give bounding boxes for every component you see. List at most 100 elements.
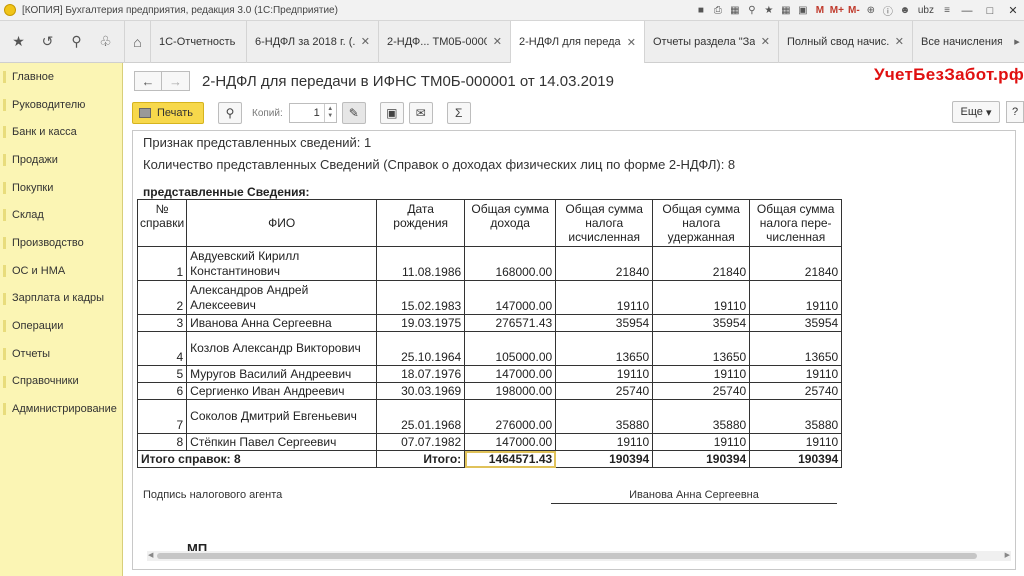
save-icon[interactable]: ■ <box>693 3 709 19</box>
tabs-scroll-right-icon[interactable]: ▸ <box>1010 21 1024 63</box>
cell-tax-withheld: 21840 <box>652 246 751 281</box>
tab-6ndfl[interactable]: 6-НДФЛ за 2018 г. (... ✕ <box>246 20 378 63</box>
cell-tax-transferred: 19110 <box>749 280 843 315</box>
scroll-right-icon[interactable]: ▶ <box>1005 551 1010 559</box>
back-arrow-icon[interactable]: ← <box>134 71 162 91</box>
cell-tax-calculated: 35880 <box>555 399 654 434</box>
cell-tax-calculated: 35954 <box>555 314 654 332</box>
cell-birthdate: 15.02.1983 <box>376 280 466 315</box>
tab-reports-section[interactable]: Отчеты раздела "За... ✕ <box>644 20 778 63</box>
sidebar-item-operations[interactable]: Операции <box>0 312 122 340</box>
close-icon[interactable]: ✕ <box>627 36 636 49</box>
calculator-icon[interactable]: ▦ <box>778 3 794 19</box>
maximize-icon[interactable]: □ <box>979 2 1001 20</box>
print-icon[interactable]: ⎙ <box>710 3 726 19</box>
cell-fio: Муругов Василий Андреевич <box>186 365 378 383</box>
cell-tax-transferred: 25740 <box>749 382 843 400</box>
search-icon[interactable]: ⚲ <box>67 33 87 50</box>
table-row: 3 Иванова Анна Сергеевна 19.03.1975 2765… <box>136 314 843 332</box>
cell-birthdate: 07.07.1982 <box>376 433 466 451</box>
info-icon[interactable]: ⓘ <box>880 3 896 19</box>
cell-number: 6 <box>136 382 188 400</box>
cell-income: 168000.00 <box>464 246 557 281</box>
copies-label: Копий: <box>252 107 283 119</box>
cell-birthdate: 30.03.1969 <box>376 382 466 400</box>
sidebar-item-main[interactable]: Главное <box>0 63 122 91</box>
sum-icon[interactable]: Σ <box>446 102 471 124</box>
zoom-in-icon[interactable]: ⊕ <box>863 3 879 19</box>
save-icon[interactable]: ▣ <box>379 102 404 124</box>
tab-2ndfl-transfer[interactable]: 2-НДФЛ для передач... ✕ <box>510 20 644 64</box>
total-tax-calculated: 190394 <box>555 450 654 468</box>
scroll-left-icon[interactable]: ◀ <box>148 551 153 559</box>
tab-label: Все начисления <box>921 35 1002 48</box>
sidebar-item-manager[interactable]: Руководителю <box>0 91 122 119</box>
preview-icon[interactable]: ⚲ <box>218 102 242 124</box>
memory-plus-icon[interactable]: M+ <box>829 3 845 19</box>
sidebar-item-salary[interactable]: Зарплата и кадры <box>0 285 122 313</box>
cell-fio: Соколов Дмитрий Евгеньевич <box>186 399 378 434</box>
search-icon[interactable]: ⚲ <box>744 3 760 19</box>
memory-minus-icon[interactable]: M- <box>846 3 862 19</box>
cell-tax-calculated: 19110 <box>555 433 654 451</box>
sidebar-item-purchases[interactable]: Покупки <box>0 174 122 202</box>
notifications-bell-icon[interactable]: ♧ <box>96 33 116 50</box>
horizontal-scrollbar[interactable]: ◀ ▶ <box>147 551 1011 561</box>
info-line-2: Количество представленных Сведений (Спра… <box>143 157 736 172</box>
info-line-1: Признак представленных сведений: 1 <box>143 135 372 150</box>
sidebar-item-production[interactable]: Производство <box>0 229 122 257</box>
history-icon[interactable]: ↺ <box>38 33 58 50</box>
bookmark-icon[interactable]: ★ <box>761 3 777 19</box>
tab-2ndfl-doc[interactable]: 2-НДФ... ТМ0Б-000001 ✕ <box>378 20 510 63</box>
spin-arrows-icon[interactable]: ▲ ▼ <box>323 104 336 122</box>
tab-all-accruals[interactable]: Все начисления <box>912 20 1010 63</box>
memory-m-icon[interactable]: M <box>812 3 828 19</box>
sidebar-item-bank[interactable]: Банк и касса <box>0 118 122 146</box>
email-icon[interactable]: ✉ <box>408 102 433 124</box>
copies-stepper[interactable]: 1 ▲ ▼ <box>288 103 337 123</box>
home-icon[interactable]: ⌂ <box>124 20 150 63</box>
more-button[interactable]: Еще ▾ <box>952 101 1000 123</box>
brand-watermark: УчетБезЗабот.рф <box>873 65 1024 84</box>
cell-tax-withheld: 19110 <box>652 365 751 383</box>
tab-1c-reporting[interactable]: 1С-Отчетность <box>150 20 246 63</box>
close-icon[interactable]: ✕ <box>761 35 770 48</box>
cell-number: 2 <box>136 280 188 315</box>
forward-arrow-icon[interactable]: → <box>162 71 190 91</box>
help-button[interactable]: ? <box>1006 101 1024 123</box>
close-icon[interactable]: ✕ <box>493 35 502 48</box>
cell-birthdate: 25.10.1964 <box>376 331 466 366</box>
edit-mode-icon[interactable]: ✎ <box>341 102 366 124</box>
table-row: 8 Стёпкин Павел Сергеевич 07.07.1982 147… <box>136 433 843 451</box>
print-button[interactable]: Печать <box>132 102 204 124</box>
sidebar-item-label: ОС и НМА <box>12 264 66 277</box>
close-icon[interactable]: ✕ <box>1002 2 1024 20</box>
tab-full-accruals[interactable]: Полный свод начис... ✕ <box>778 20 912 63</box>
sidebar-item-directories[interactable]: Справочники <box>0 368 122 396</box>
close-icon[interactable]: ✕ <box>361 35 370 48</box>
sidebar-item-label: Руководителю <box>12 98 86 111</box>
sidebar-item-reports[interactable]: Отчеты <box>0 340 122 368</box>
cell-tax-calculated: 19110 <box>555 365 654 383</box>
sidebar-item-fixed-assets[interactable]: ОС и НМА <box>0 257 122 285</box>
close-icon[interactable]: ✕ <box>895 35 904 48</box>
sidebar-item-administration[interactable]: Администрирование <box>0 395 122 423</box>
user-name[interactable]: ubz <box>914 5 938 16</box>
preview-icon[interactable]: ▦ <box>727 3 743 19</box>
minimize-icon[interactable]: — <box>956 2 978 20</box>
user-icon[interactable]: ☻ <box>897 3 913 19</box>
sidebar-item-warehouse[interactable]: Склад <box>0 201 122 229</box>
menu-icon[interactable]: ≡ <box>939 3 955 19</box>
favorites-star-icon[interactable]: ★ <box>9 33 29 50</box>
cell-fio: Козлов Александр Викторович <box>186 331 378 366</box>
cell-income: 147000.00 <box>464 280 557 315</box>
scrollbar-thumb[interactable] <box>157 553 977 559</box>
tab-label: 2-НДФ... ТМ0Б-000001 <box>387 35 487 48</box>
cell-tax-transferred: 35954 <box>749 314 843 332</box>
calendar-icon[interactable]: ▣ <box>795 3 811 19</box>
cell-number: 1 <box>136 246 188 281</box>
total-income[interactable]: 1464571.43 <box>464 450 557 468</box>
sidebar-item-sales[interactable]: Продажи <box>0 146 122 174</box>
titlebar-tools: ■ ⎙ ▦ ⚲ ★ ▦ ▣ M M+ M- ⊕ ⓘ ☻ ubz ≡ — □ ✕ <box>693 0 1024 21</box>
col-header-birthdate: Дата рождения <box>376 199 466 247</box>
